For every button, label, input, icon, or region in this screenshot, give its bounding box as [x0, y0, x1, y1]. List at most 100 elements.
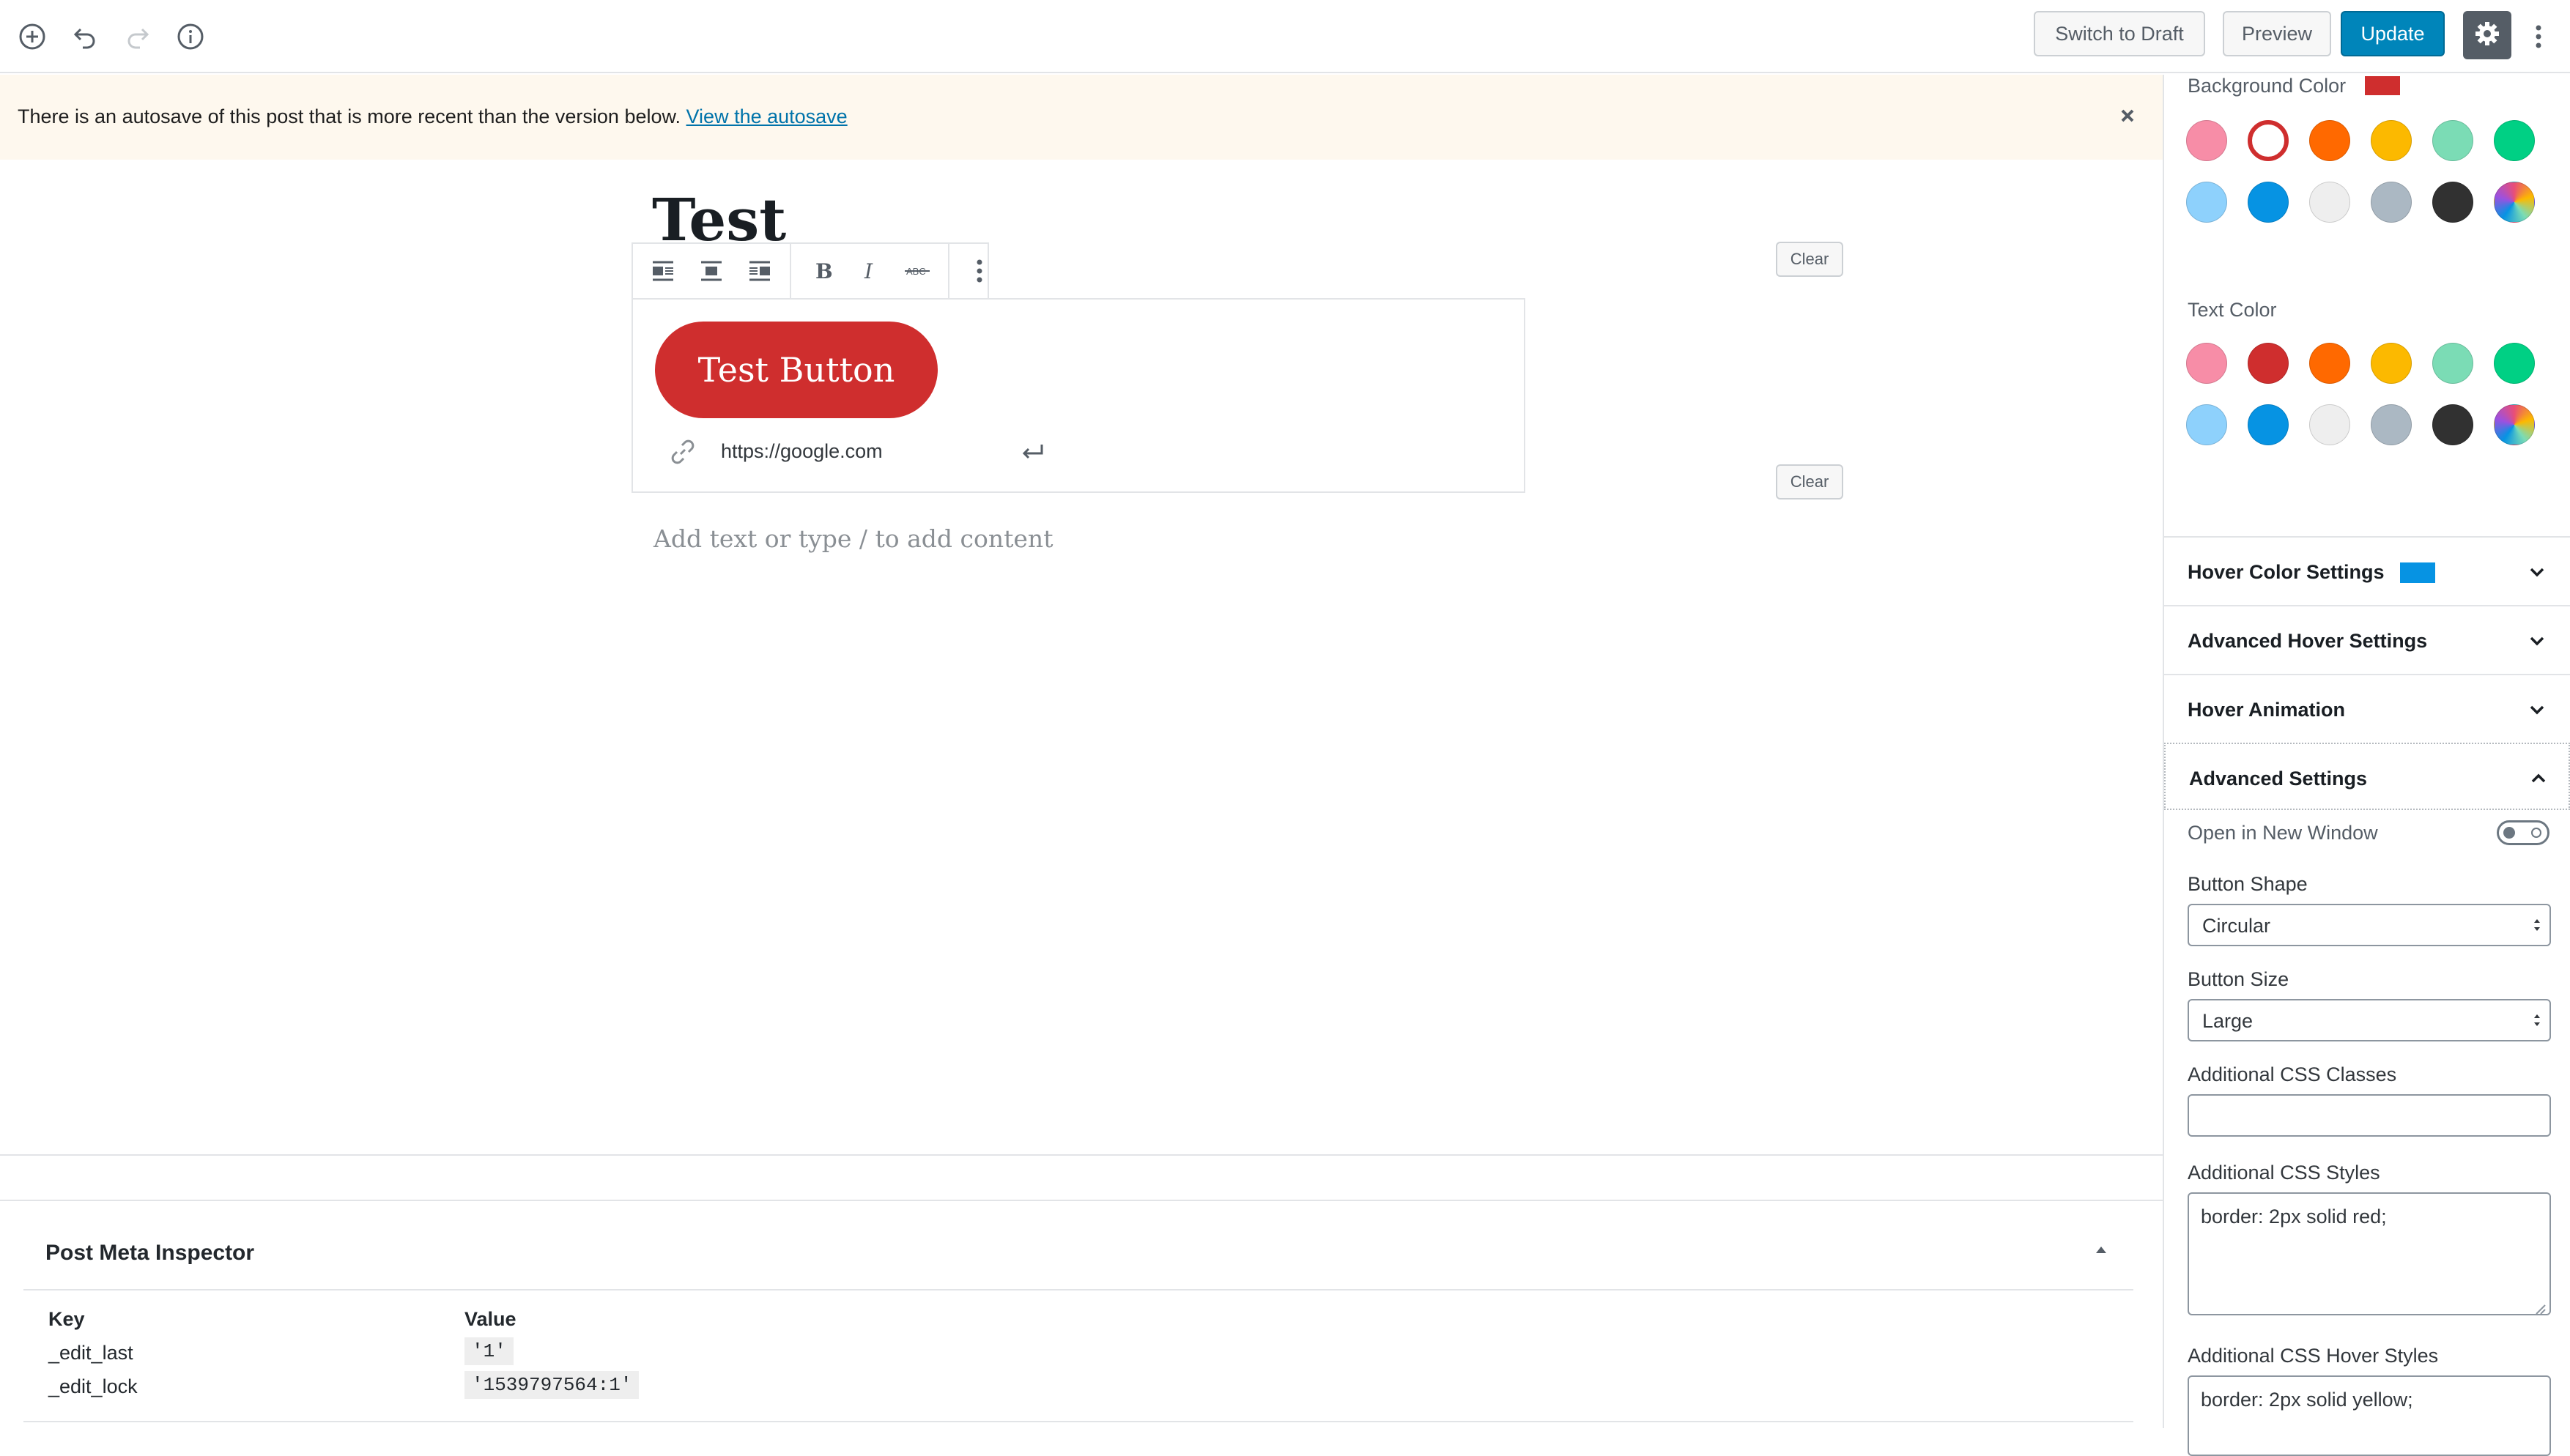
color-swatch[interactable] — [2432, 120, 2473, 161]
css-classes-input[interactable] — [2188, 1094, 2551, 1137]
add-block-icon[interactable] — [12, 16, 53, 57]
toggle-knob — [2503, 827, 2515, 839]
color-swatch[interactable] — [2248, 404, 2289, 445]
meta-value: '1' — [464, 1337, 514, 1365]
button-shape-value: Circular — [2202, 915, 2271, 937]
alignment-group — [633, 244, 791, 298]
color-swatch[interactable] — [2309, 182, 2350, 223]
panel-title: Hover Color Settings — [2188, 561, 2385, 583]
chevron-down-icon — [2526, 561, 2548, 583]
color-swatch[interactable] — [2186, 182, 2227, 223]
color-swatch[interactable] — [2371, 182, 2412, 223]
preview-button[interactable]: Preview — [2223, 11, 2331, 56]
css-hover-textarea[interactable]: border: 2px solid yellow; — [2188, 1375, 2551, 1456]
color-swatch[interactable] — [2248, 343, 2289, 384]
button-block[interactable]: Test Button https://google.com — [632, 298, 1525, 493]
strikethrough-icon[interactable]: ABC — [894, 247, 942, 295]
panel-hover-animation[interactable]: Hover Animation — [2164, 674, 2570, 743]
autosave-notice: There is an autosave of this post that i… — [0, 75, 2163, 160]
svg-text:I: I — [864, 259, 873, 283]
css-styles-label: Additional CSS Styles — [2188, 1162, 2380, 1184]
color-swatch[interactable] — [2186, 404, 2227, 445]
align-left-icon[interactable] — [639, 247, 687, 295]
notice-message: There is an autosave of this post that i… — [18, 105, 681, 127]
button-size-value: Large — [2202, 1010, 2254, 1032]
color-swatch[interactable] — [2432, 343, 2473, 384]
color-swatch[interactable] — [2309, 120, 2350, 161]
more-menu-icon[interactable] — [2520, 16, 2557, 57]
block-toolbar: B I ABC — [632, 242, 989, 300]
more-options-icon[interactable] — [955, 247, 1004, 295]
color-swatch[interactable] — [2371, 343, 2412, 384]
view-autosave-link[interactable]: View the autosave — [686, 105, 848, 127]
color-swatch[interactable] — [2371, 404, 2412, 445]
update-button[interactable]: Update — [2341, 11, 2445, 56]
color-swatch[interactable] — [2432, 182, 2473, 223]
color-swatch[interactable] — [2494, 343, 2535, 384]
apply-link-icon[interactable] — [1018, 437, 1048, 470]
css-hover-label: Additional CSS Hover Styles — [2188, 1345, 2439, 1367]
color-swatch[interactable] — [2371, 120, 2412, 161]
css-styles-textarea[interactable]: border: 2px solid red; — [2188, 1192, 2551, 1315]
text-clear-button[interactable]: Clear — [1776, 464, 1843, 499]
test-button[interactable]: Test Button — [655, 322, 938, 418]
align-center-icon[interactable] — [687, 247, 736, 295]
background-color-indicator — [2365, 76, 2400, 95]
post-title[interactable]: Test — [652, 185, 786, 242]
redo-icon[interactable] — [117, 16, 158, 57]
button-size-select[interactable]: Large — [2188, 999, 2551, 1041]
color-swatch[interactable] — [2186, 343, 2227, 384]
color-swatch[interactable] — [2494, 404, 2535, 445]
toggle-off-indicator — [2531, 828, 2541, 838]
info-icon[interactable] — [170, 16, 211, 57]
link-icon — [668, 437, 697, 470]
collapse-arrow-icon[interactable] — [2094, 1242, 2108, 1257]
meta-key: _edit_lock — [48, 1375, 138, 1397]
format-group: B I ABC — [791, 244, 949, 298]
button-shape-select[interactable]: Circular — [2188, 904, 2551, 946]
meta-value: '1539797564:1' — [464, 1371, 640, 1399]
divider — [0, 1154, 2163, 1156]
italic-icon[interactable]: I — [845, 247, 894, 295]
more-options-group — [949, 244, 1010, 298]
resize-handle-icon[interactable] — [2533, 1298, 2547, 1321]
add-content-placeholder[interactable]: Add text or type / to add content — [653, 524, 1053, 553]
column-header-value: Value — [464, 1308, 516, 1330]
color-swatch[interactable] — [2248, 120, 2289, 161]
close-icon[interactable] — [2113, 101, 2142, 130]
button-shape-label: Button Shape — [2188, 873, 2308, 895]
select-arrows-icon — [2532, 914, 2542, 941]
meta-bottom-divider — [23, 1421, 2133, 1422]
css-classes-label: Additional CSS Classes — [2188, 1063, 2397, 1085]
text-color-label: Text Color — [2188, 299, 2277, 321]
color-swatch[interactable] — [2309, 343, 2350, 384]
bold-icon[interactable]: B — [797, 247, 845, 295]
color-swatch[interactable] — [2186, 120, 2227, 161]
hover-color-indicator — [2400, 562, 2435, 583]
column-header-key: Key — [48, 1308, 85, 1330]
notice-text-row: There is an autosave of this post that i… — [18, 105, 848, 128]
color-swatch[interactable] — [2248, 182, 2289, 223]
open-new-window-toggle[interactable] — [2497, 820, 2549, 845]
meta-divider — [23, 1289, 2133, 1290]
panel-advanced-hover-settings[interactable]: Advanced Hover Settings — [2164, 605, 2570, 674]
color-swatch[interactable] — [2494, 120, 2535, 161]
switch-to-draft-button[interactable]: Switch to Draft — [2034, 11, 2205, 56]
open-new-window-label: Open in New Window — [2188, 822, 2378, 844]
background-clear-button[interactable]: Clear — [1776, 242, 1843, 277]
undo-icon[interactable] — [64, 16, 105, 57]
chevron-down-icon — [2526, 630, 2548, 652]
css-styles-value: border: 2px solid red; — [2201, 1206, 2387, 1227]
panel-title: Advanced Settings — [2189, 768, 2368, 790]
color-swatch[interactable] — [2309, 404, 2350, 445]
panel-advanced-settings[interactable]: Advanced Settings — [2164, 743, 2570, 810]
color-swatch[interactable] — [2432, 404, 2473, 445]
chevron-up-icon — [2528, 768, 2549, 790]
url-input[interactable]: https://google.com — [721, 440, 883, 463]
button-size-label: Button Size — [2188, 968, 2289, 990]
align-right-icon[interactable] — [736, 247, 784, 295]
settings-button[interactable] — [2463, 11, 2511, 59]
meta-inspector-title[interactable]: Post Meta Inspector — [45, 1241, 254, 1266]
color-swatch[interactable] — [2494, 182, 2535, 223]
panel-hover-color-settings[interactable]: Hover Color Settings — [2164, 536, 2570, 605]
